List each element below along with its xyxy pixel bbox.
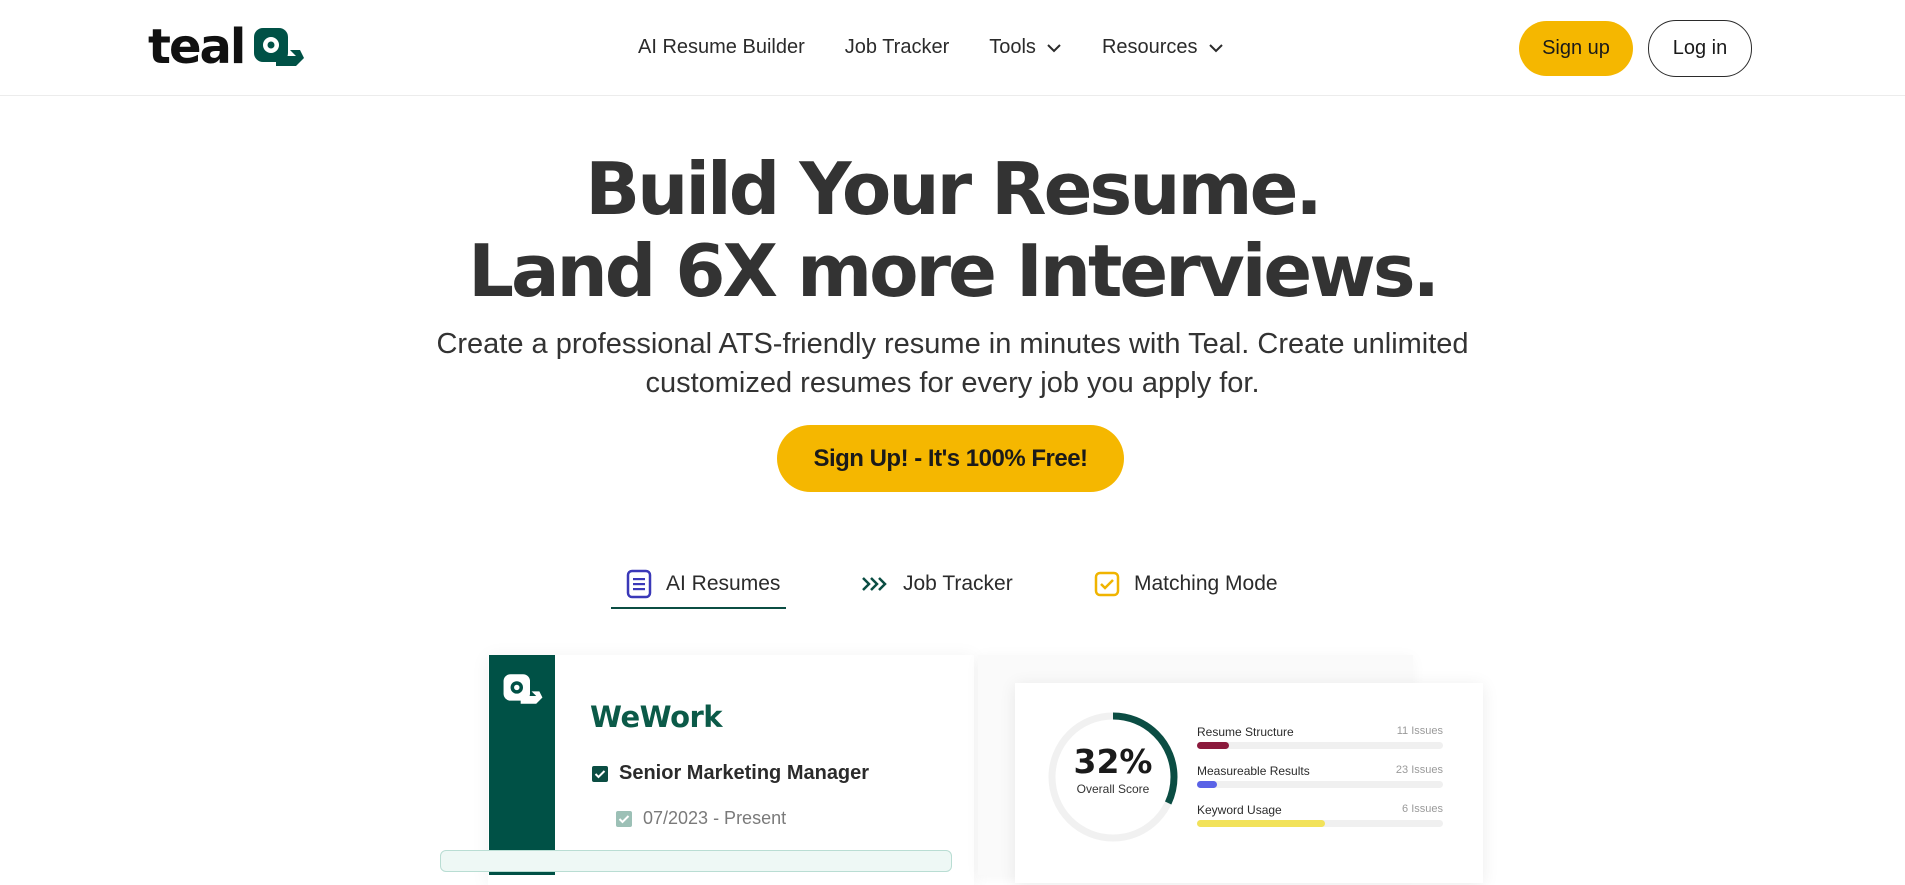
metric-name: Resume Structure xyxy=(1197,725,1294,739)
overall-score-label: Overall Score xyxy=(1076,782,1150,796)
nav-resources[interactable]: Resources xyxy=(1102,36,1224,59)
metric-progress-track xyxy=(1197,781,1443,788)
metric-progress-fill xyxy=(1197,742,1229,749)
hero-title-line-1: Build Your Resume. xyxy=(585,147,1323,231)
tab-label: Job Tracker xyxy=(903,572,1013,595)
metric-progress-track xyxy=(1197,742,1443,749)
metric-progress-track xyxy=(1197,820,1443,827)
nav-item-label: Job Tracker xyxy=(844,36,950,58)
teal-logo[interactable]: teal xyxy=(148,19,306,75)
signup-cta-button[interactable]: Sign Up! - It's 100% Free! xyxy=(777,425,1124,492)
nav-job-tracker[interactable]: Job Tracker xyxy=(845,36,949,59)
metric-issue-count: 11 Issues xyxy=(1396,725,1443,737)
teal-logo-icon xyxy=(254,28,305,66)
overall-score-value: 32% xyxy=(1073,742,1153,781)
resume-date-range: 07/2023 - Present xyxy=(643,808,787,828)
resume-highlight-strip xyxy=(440,850,952,872)
tab-job-tracker[interactable]: Job Tracker xyxy=(861,560,1013,608)
chevrons-right-icon xyxy=(862,577,887,591)
resume-dates: 07/2023 - Present xyxy=(616,808,786,829)
metric-progress-fill xyxy=(1197,781,1217,788)
checkbox-icon xyxy=(1094,571,1120,597)
resume-sidebar xyxy=(489,655,555,875)
active-tab-indicator xyxy=(611,607,786,609)
tab-matching-mode[interactable]: Matching Mode xyxy=(1094,560,1278,608)
tab-label: AI Resumes xyxy=(666,572,781,595)
hero-subtitle: Create a professional ATS-friendly resum… xyxy=(436,328,1469,399)
metric-progress-fill xyxy=(1197,820,1325,827)
nav-item-label: AI Resume Builder xyxy=(638,36,805,58)
metric-issue-count: 23 Issues xyxy=(1395,764,1443,776)
nav-item-label: Tools xyxy=(989,36,1036,58)
tab-label: Matching Mode xyxy=(1134,572,1278,595)
hero-title: Build Your Resume. Land 6X more Intervie… xyxy=(0,148,1905,312)
signup-button[interactable]: Sign up xyxy=(1519,21,1633,76)
resume-role-title: Senior Marketing Manager xyxy=(619,762,870,784)
nav-item-label: Resources xyxy=(1101,36,1198,58)
resume-company-name: WeWork xyxy=(590,700,723,734)
resume-role: Senior Marketing Manager xyxy=(592,762,869,785)
checked-box-icon[interactable] xyxy=(616,810,632,827)
hero-title-line-2: Land 6X more Interviews. xyxy=(468,229,1440,313)
teal-logo-icon xyxy=(503,674,543,704)
nav-tools[interactable]: Tools xyxy=(989,36,1062,59)
logo-wordmark: teal xyxy=(148,19,246,75)
chevron-down-icon xyxy=(1047,43,1061,52)
nav-ai-resume-builder[interactable]: AI Resume Builder xyxy=(638,36,805,59)
checked-box-icon[interactable] xyxy=(592,765,608,782)
document-icon xyxy=(626,569,652,599)
metric-issue-count: 6 Issues xyxy=(1402,803,1443,815)
chevron-down-icon xyxy=(1208,43,1223,52)
tab-ai-resumes[interactable]: AI Resumes xyxy=(626,560,780,608)
metric-name: Keyword Usage xyxy=(1197,803,1282,817)
site-header: teal AI Resume Builder Job Tracker Tools… xyxy=(0,0,1905,96)
login-button[interactable]: Log in xyxy=(1648,20,1752,77)
metric-name: Measureable Results xyxy=(1197,764,1310,778)
main-nav: AI Resume Builder Job Tracker Tools Reso… xyxy=(638,36,1264,59)
